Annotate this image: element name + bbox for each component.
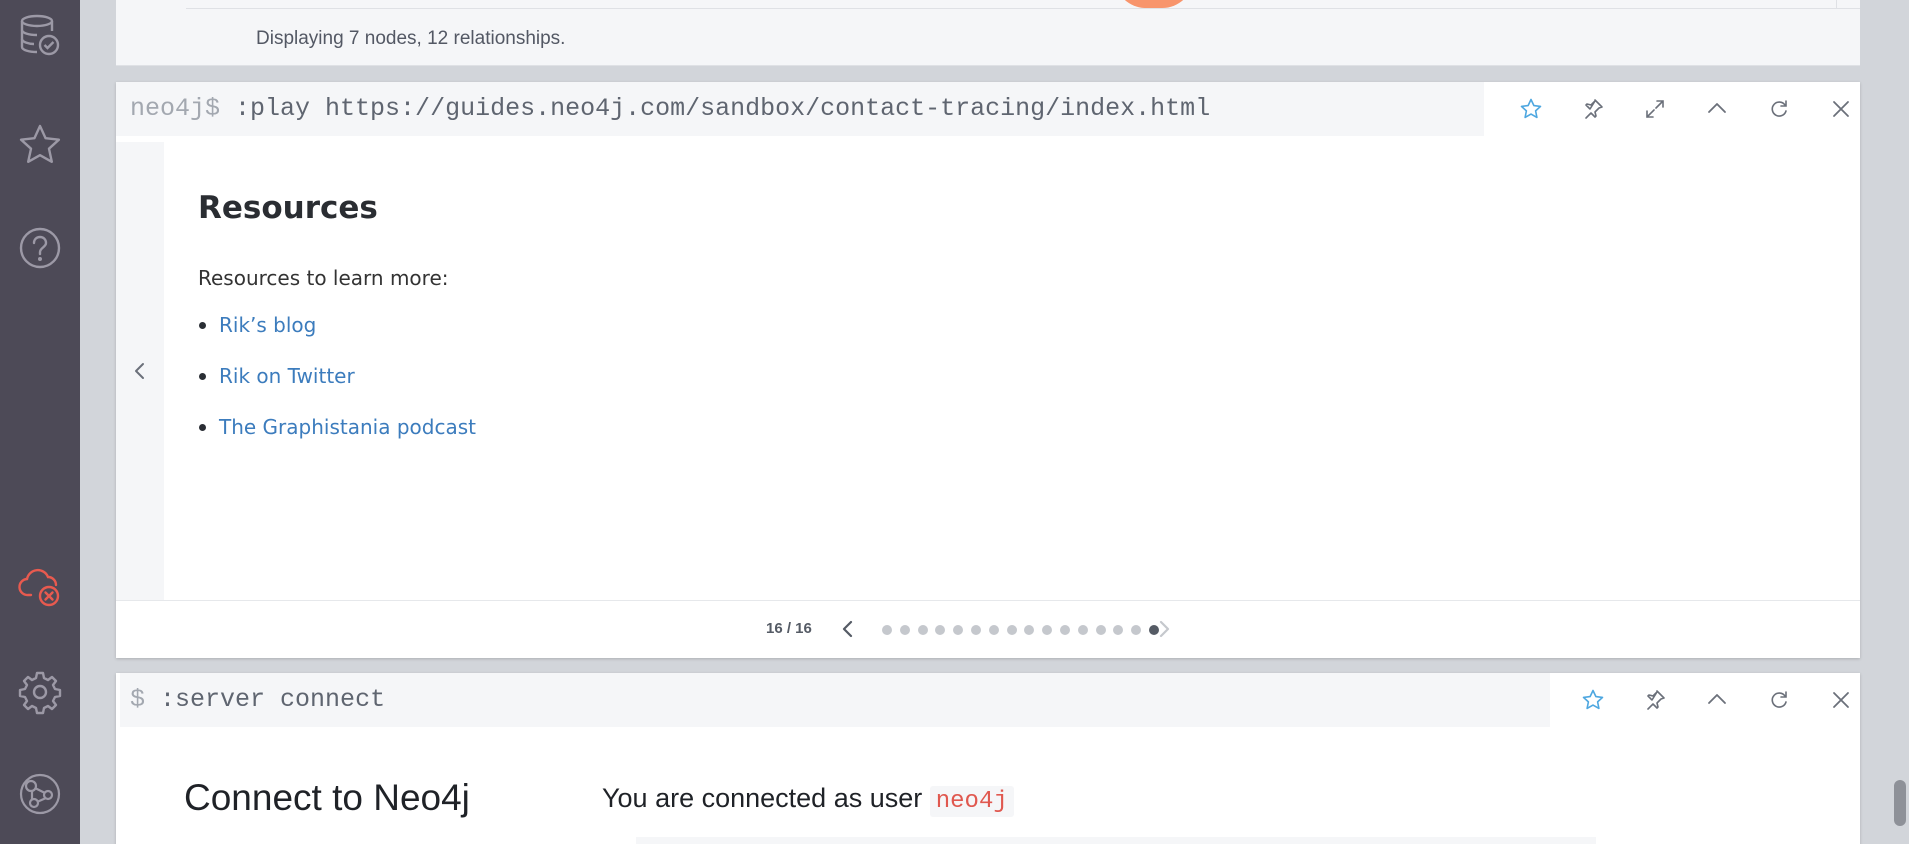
link-rik-on-twitter[interactable]: Rik on Twitter xyxy=(219,364,355,388)
expand-icon[interactable] xyxy=(1624,82,1686,136)
collapse-icon[interactable] xyxy=(1686,82,1748,136)
graph-node[interactable] xyxy=(1114,0,1194,8)
next-slide-button[interactable] xyxy=(1152,617,1176,641)
slide-dot[interactable] xyxy=(1077,625,1088,635)
cloud-disconnected-icon[interactable] xyxy=(10,556,70,616)
slide-dots xyxy=(882,625,1167,635)
chevron-right-icon xyxy=(1159,620,1170,638)
guide-pagination: 16 / 16 xyxy=(116,600,1860,658)
frame-command-bar[interactable]: $ :server connect xyxy=(120,673,1550,727)
connection-details-box xyxy=(636,837,1596,844)
chevron-left-icon xyxy=(135,363,144,379)
graph-status-text: Displaying 7 nodes, 12 relationships. xyxy=(256,28,566,49)
slide-dot[interactable] xyxy=(1042,625,1053,635)
frame-command[interactable]: neo4j$ :play https://guides.neo4j.com/sa… xyxy=(130,94,1210,123)
frame-toolbar xyxy=(1562,673,1872,727)
slide-dot[interactable] xyxy=(899,625,910,635)
connection-message: You are connected as user xyxy=(602,783,923,813)
list-item: The Graphistania podcast xyxy=(198,412,476,463)
guide-intro: Resources to learn more: xyxy=(198,266,449,290)
divider xyxy=(1836,0,1837,9)
star-icon[interactable] xyxy=(1500,82,1562,136)
guide-slide: Resources Resources to learn more: Rik’s… xyxy=(198,190,476,463)
graph-frame-partial: Displaying 7 nodes, 12 relationships. xyxy=(116,0,1860,66)
slide-dot[interactable] xyxy=(970,625,981,635)
connect-title: Connect to Neo4j xyxy=(184,777,470,818)
chevron-left-icon xyxy=(842,620,853,638)
pin-icon[interactable] xyxy=(1624,673,1686,727)
slide-dot[interactable] xyxy=(917,625,928,635)
link-graphistania-podcast[interactable]: The Graphistania podcast xyxy=(219,415,476,439)
close-icon[interactable] xyxy=(1810,82,1872,136)
rerun-icon[interactable] xyxy=(1748,82,1810,136)
guide-title: Resources xyxy=(198,190,378,226)
slide-dot[interactable] xyxy=(1006,625,1017,635)
slide-dot[interactable] xyxy=(935,625,946,635)
divider xyxy=(186,8,1860,9)
list-item: Rik on Twitter xyxy=(198,361,476,412)
slide-dot[interactable] xyxy=(1095,625,1106,635)
command-prompt: neo4j$ xyxy=(130,94,221,123)
frame-command-bar[interactable]: neo4j$ :play https://guides.neo4j.com/sa… xyxy=(116,82,1484,136)
previous-slide-button[interactable] xyxy=(836,617,860,641)
frame-toolbar xyxy=(1500,82,1872,136)
link-riks-blog[interactable]: Rik’s blog xyxy=(219,313,316,337)
slide-dot[interactable] xyxy=(1113,625,1124,635)
close-icon[interactable] xyxy=(1810,673,1872,727)
command-prompt: $ xyxy=(130,685,146,714)
star-icon[interactable] xyxy=(1562,673,1624,727)
connected-user: neo4j xyxy=(929,786,1014,817)
settings-icon[interactable] xyxy=(10,662,70,722)
play-guide-frame: neo4j$ :play https://guides.neo4j.com/sa… xyxy=(116,82,1860,658)
resource-list: Rik’s blog Rik on Twitter The Graphistan… xyxy=(198,310,476,463)
connection-status: You are connected as user neo4j xyxy=(602,783,1014,817)
sidebar xyxy=(0,0,80,844)
slide-dot[interactable] xyxy=(988,625,999,635)
database-icon[interactable] xyxy=(10,5,70,65)
slide-dot[interactable] xyxy=(882,625,892,635)
neo4j-browser-sync-icon[interactable] xyxy=(10,764,70,824)
page-counter: 16 / 16 xyxy=(766,620,812,637)
scrollbar-thumb[interactable] xyxy=(1894,780,1906,826)
pin-icon[interactable] xyxy=(1562,82,1624,136)
help-icon[interactable] xyxy=(10,218,70,278)
rerun-icon[interactable] xyxy=(1748,673,1810,727)
favorites-icon[interactable] xyxy=(10,115,70,175)
command-text[interactable]: :play https://guides.neo4j.com/sandbox/c… xyxy=(235,94,1210,123)
slide-dot[interactable] xyxy=(953,625,964,635)
list-item: Rik’s blog xyxy=(198,310,476,361)
slide-dot[interactable] xyxy=(1131,625,1142,635)
command-text[interactable]: :server connect xyxy=(160,685,385,714)
collapse-icon[interactable] xyxy=(1686,673,1748,727)
server-connect-frame: $ :server connect Connect to Neo4j You a xyxy=(116,673,1860,844)
guide-previous-slide[interactable] xyxy=(116,142,164,600)
slide-dot[interactable] xyxy=(1024,625,1035,635)
frame-command[interactable]: $ :server connect xyxy=(130,685,385,714)
stream: Displaying 7 nodes, 12 relationships. ne… xyxy=(80,0,1909,844)
slide-dot[interactable] xyxy=(1059,625,1070,635)
